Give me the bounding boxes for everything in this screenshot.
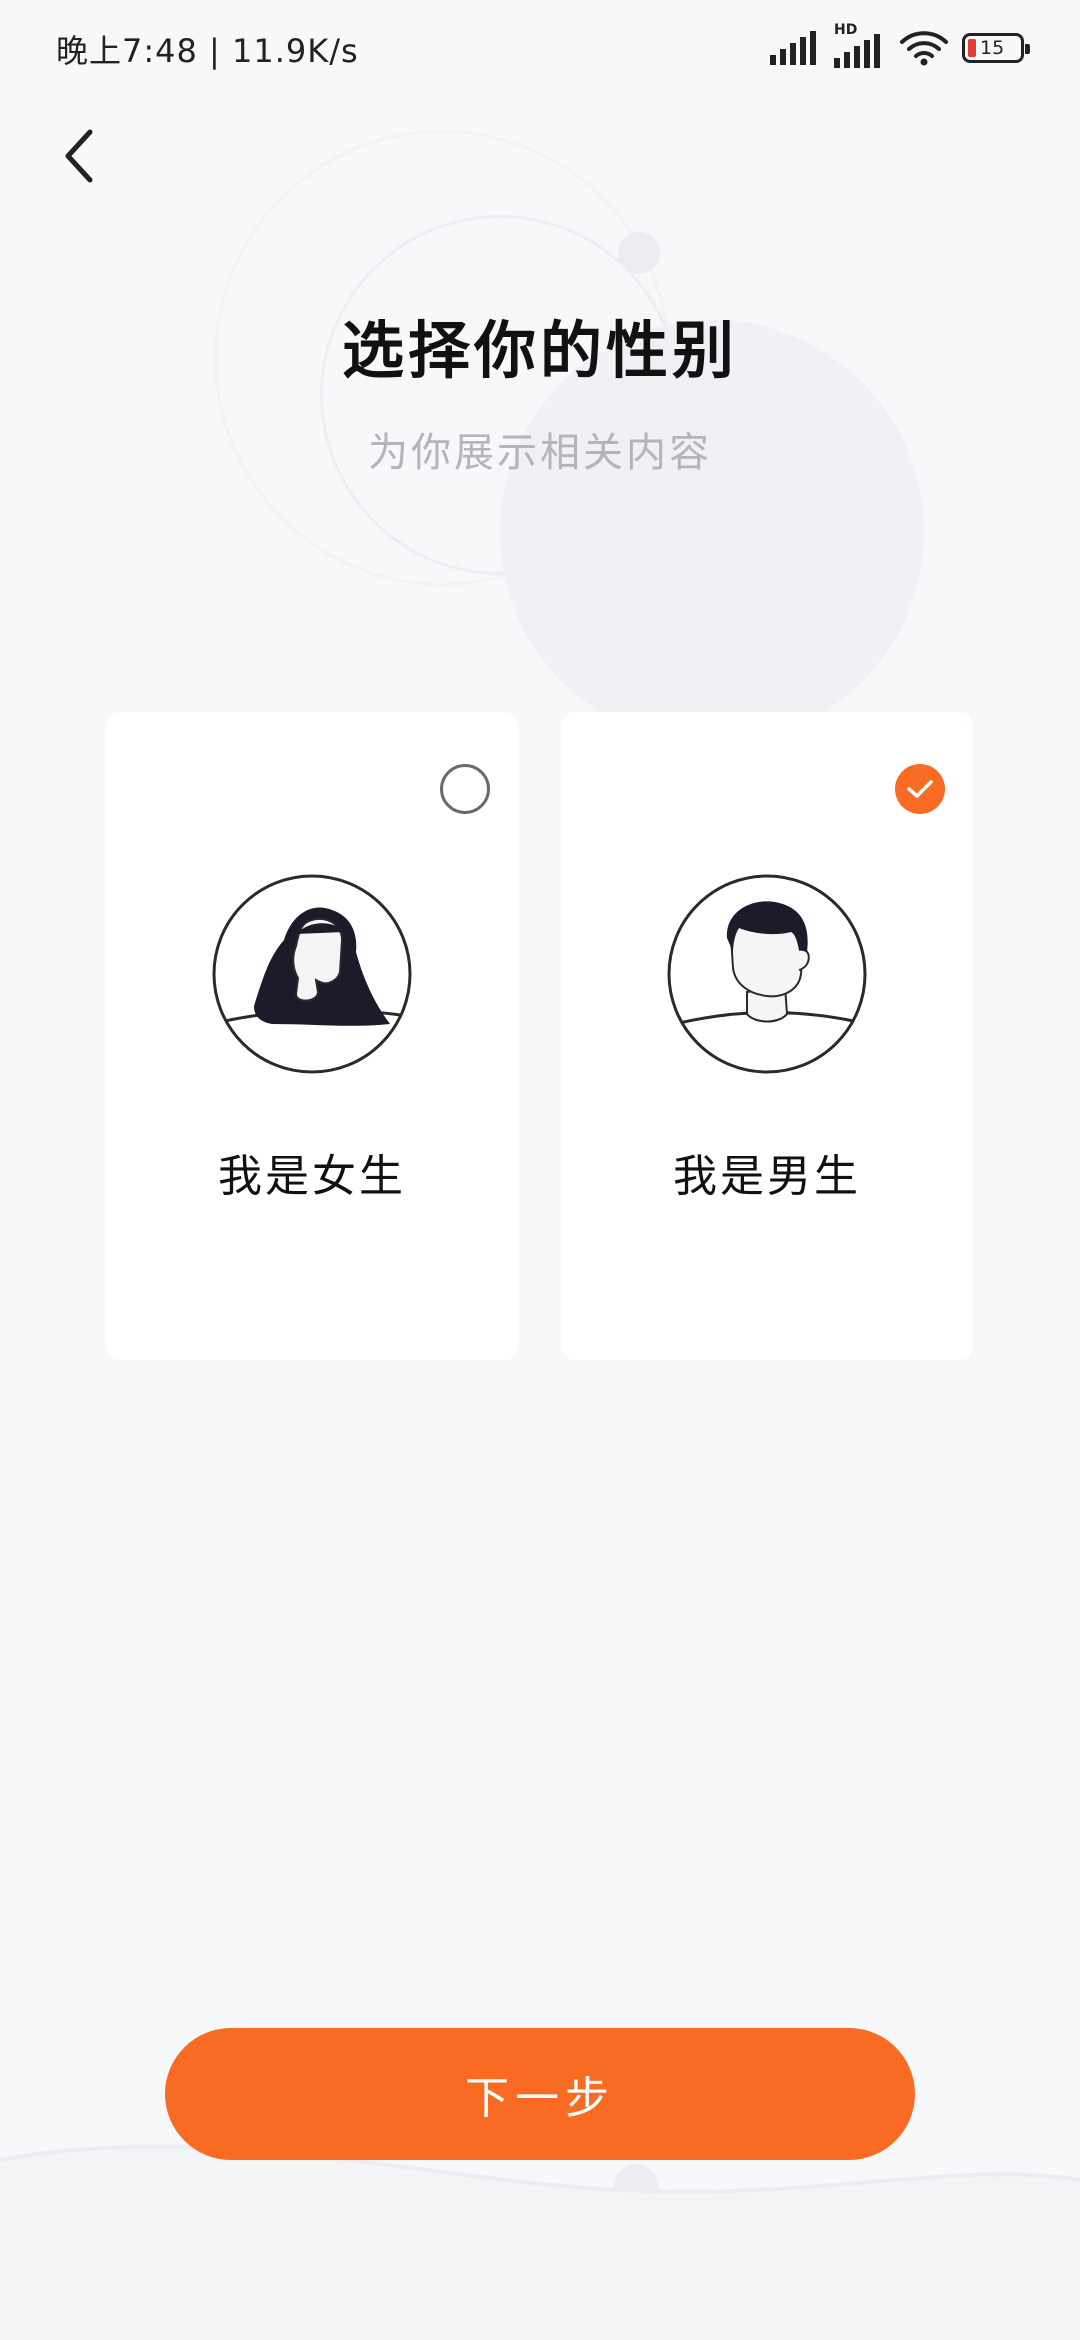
chevron-left-icon [65, 129, 93, 183]
wifi-icon [900, 31, 948, 66]
next-step-button[interactable]: 下一步 [165, 2028, 915, 2160]
checkmark-icon [907, 780, 933, 798]
option-card-female[interactable]: 我是女生 [106, 712, 518, 1360]
radio-checked-icon[interactable] [895, 764, 945, 814]
signal-icon [770, 31, 816, 65]
battery-tip [1025, 44, 1030, 54]
page-subtitle: 为你展示相关内容 [368, 430, 712, 476]
hd-signal-icon [834, 34, 880, 68]
back-button[interactable] [48, 124, 112, 188]
page-title: 选择你的性别 [341, 314, 738, 387]
male-avatar-icon [667, 874, 867, 1074]
option-card-male[interactable]: 我是男生 [561, 712, 973, 1360]
status-time-speed: 晚上7:48 | 11.9K/s [56, 32, 359, 70]
hd-signal-group: HD [834, 22, 886, 68]
option-label-female: 我是女生 [218, 1151, 406, 1202]
female-avatar-icon [212, 874, 412, 1074]
background-dot-top [618, 232, 660, 274]
battery-fill [968, 39, 976, 57]
radio-unchecked-icon[interactable] [440, 764, 490, 814]
option-label-male: 我是男生 [673, 1151, 861, 1202]
battery-level: 15 [980, 37, 1005, 59]
gender-selection-screen: 晚上7:48 | 11.9K/s HD 15 选择你的性别 为你展示相关内容 我… [0, 0, 1080, 2340]
status-bar: 晚上7:48 | 11.9K/s HD 15 [0, 0, 1080, 96]
status-icons: HD 15 [770, 22, 1030, 68]
battery-icon: 15 [962, 33, 1030, 63]
